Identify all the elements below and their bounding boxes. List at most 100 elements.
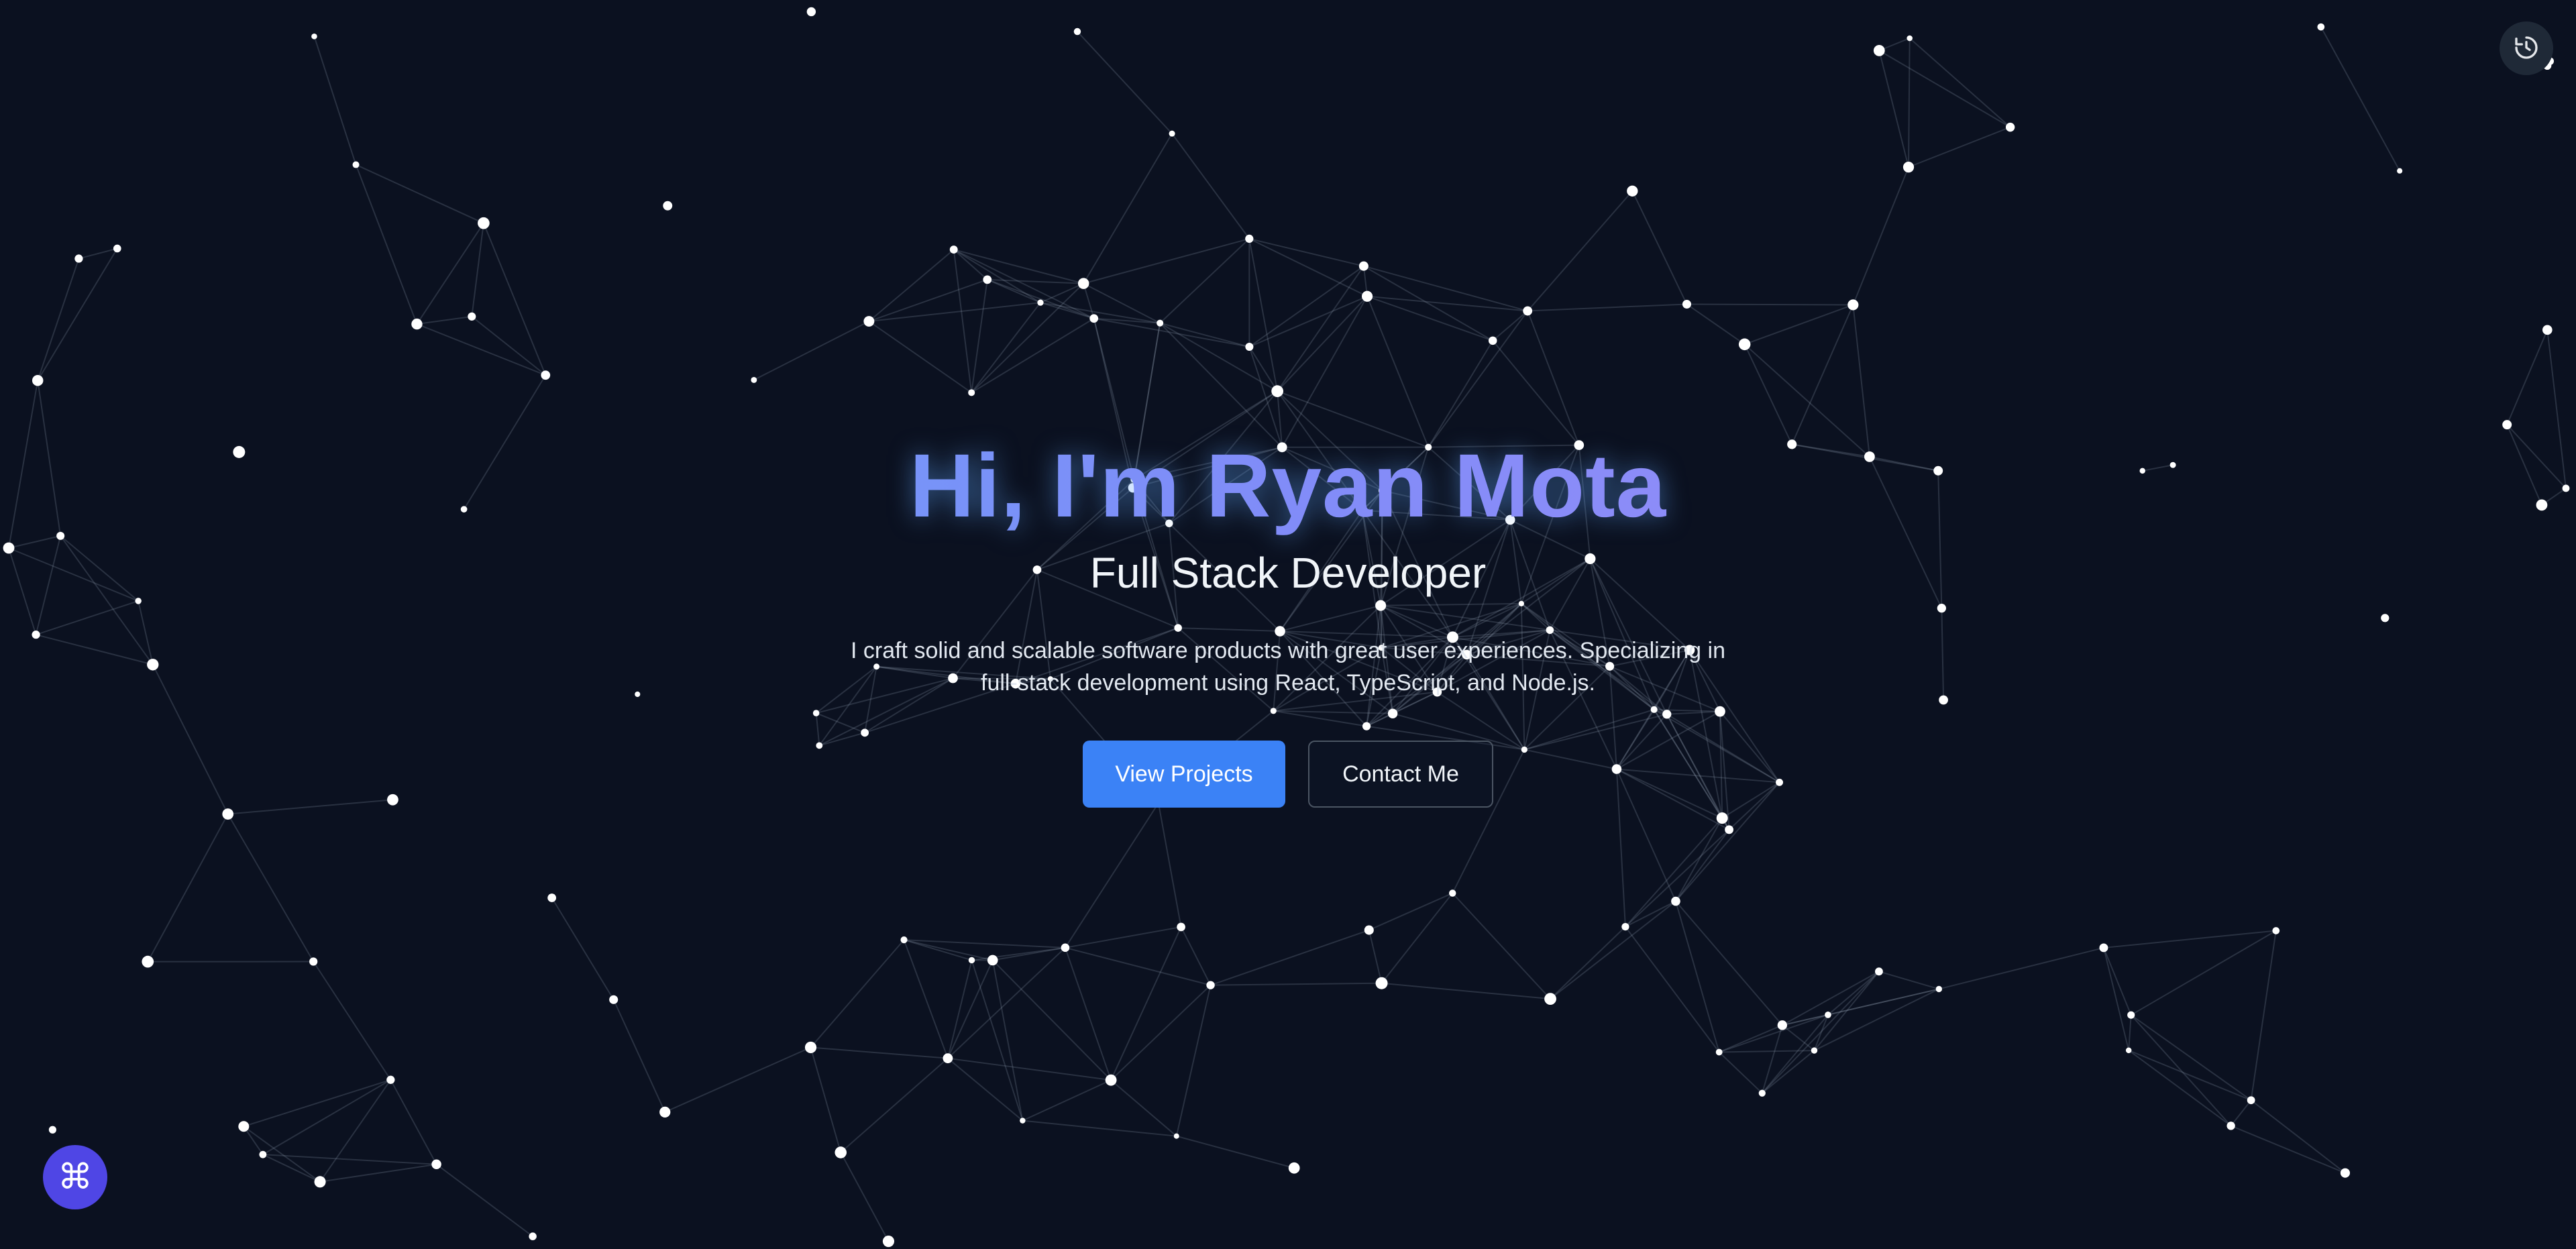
network-link [1675, 901, 1720, 1052]
network-node [751, 376, 757, 383]
network-node [1725, 825, 1733, 834]
network-link [1719, 1050, 1815, 1053]
view-projects-button[interactable]: View Projects [1083, 741, 1285, 808]
network-node [1715, 1048, 1723, 1056]
hero-title: Hi, I'm Ryan Mota [0, 429, 2576, 543]
network-node [478, 217, 490, 229]
network-link [1852, 166, 1909, 305]
network-link [436, 1163, 533, 1237]
network-node [1020, 1118, 1026, 1124]
network-link [1782, 971, 1880, 1026]
network-link [2231, 1125, 2346, 1174]
network-node [1361, 290, 1373, 302]
network-link [1527, 311, 1580, 445]
network-node [2502, 420, 2512, 430]
network-node [2397, 168, 2403, 174]
network-node [1089, 314, 1099, 323]
network-link [1908, 38, 1911, 168]
network-link [2230, 1099, 2252, 1126]
network-link [947, 947, 1066, 1059]
network-node [113, 244, 121, 253]
network-link [2131, 1014, 2252, 1101]
network-link [1452, 892, 1551, 999]
network-link [1625, 817, 1723, 928]
network-link [1180, 926, 1212, 986]
network-node [1902, 162, 1915, 173]
network-link [664, 1046, 811, 1113]
network-node [943, 1053, 953, 1064]
network-link [2128, 1050, 2232, 1127]
network-link [810, 1047, 842, 1153]
network-link [868, 249, 955, 322]
network-link [1550, 926, 1626, 999]
network-link [1762, 1050, 1815, 1094]
network-link [953, 249, 1041, 304]
theme-toggle-icon [2513, 34, 2540, 63]
hero-subtitle: Full Stack Developer [1089, 549, 1487, 597]
network-link [1625, 926, 1720, 1053]
network-link [1064, 947, 1112, 1081]
command-palette-button[interactable]: ⌘ [43, 1145, 107, 1209]
network-node [900, 936, 908, 944]
network-link [1040, 282, 1084, 304]
network-link [2506, 329, 2548, 425]
network-node [142, 955, 154, 968]
network-link [390, 1079, 437, 1165]
network-link [1249, 295, 1368, 347]
network-node [1627, 185, 1638, 197]
network-node [659, 1106, 671, 1118]
network-link [1550, 900, 1676, 999]
network-link [1065, 802, 1159, 948]
network-node [2127, 1011, 2135, 1019]
network-link [1110, 1079, 1177, 1137]
network-link [1176, 1135, 1295, 1169]
network-link [1878, 50, 1910, 168]
network-link [319, 1079, 392, 1183]
theme-toggle-button[interactable] [2500, 21, 2553, 75]
network-node [352, 161, 360, 168]
network-node [1157, 319, 1164, 327]
network-node [1271, 385, 1284, 398]
network-link [37, 248, 118, 381]
network-node [806, 7, 816, 17]
network-node [1364, 925, 1374, 935]
network-node [949, 246, 958, 254]
network-node [1105, 1074, 1117, 1086]
network-node [314, 1176, 326, 1188]
network-link [1625, 829, 1730, 928]
network-node [1544, 993, 1556, 1006]
network-link [2128, 1015, 2132, 1050]
network-link [1827, 988, 1939, 1016]
network-node [541, 370, 551, 380]
network-link [243, 1126, 321, 1183]
network-node [431, 1159, 441, 1170]
network-node [238, 1121, 250, 1132]
network-link [551, 898, 614, 1000]
network-link [1791, 305, 1854, 445]
network-link [1157, 803, 1182, 928]
network-link [2320, 26, 2401, 172]
network-node [1935, 985, 1943, 993]
network-link [2251, 1099, 2346, 1174]
network-node [968, 389, 975, 396]
network-link [1159, 322, 1250, 347]
network-link [482, 223, 547, 376]
network-link [1022, 1079, 1112, 1122]
network-link [903, 939, 949, 1059]
network-node [1169, 130, 1175, 137]
network-node [1847, 299, 1859, 311]
network-node [309, 957, 318, 966]
network-link [1813, 971, 1880, 1051]
network-link [1363, 265, 1493, 341]
command-icon: ⌘ [58, 1157, 93, 1197]
network-node [1206, 981, 1215, 989]
network-link [471, 316, 546, 376]
network-node [74, 254, 83, 263]
contact-me-button[interactable]: Contact Me [1308, 741, 1493, 808]
network-link [1210, 929, 1370, 986]
network-link [1210, 982, 1382, 986]
network-link [1908, 126, 2011, 168]
network-link [1686, 303, 1746, 345]
network-link [1527, 191, 1633, 312]
network-link [947, 960, 973, 1058]
